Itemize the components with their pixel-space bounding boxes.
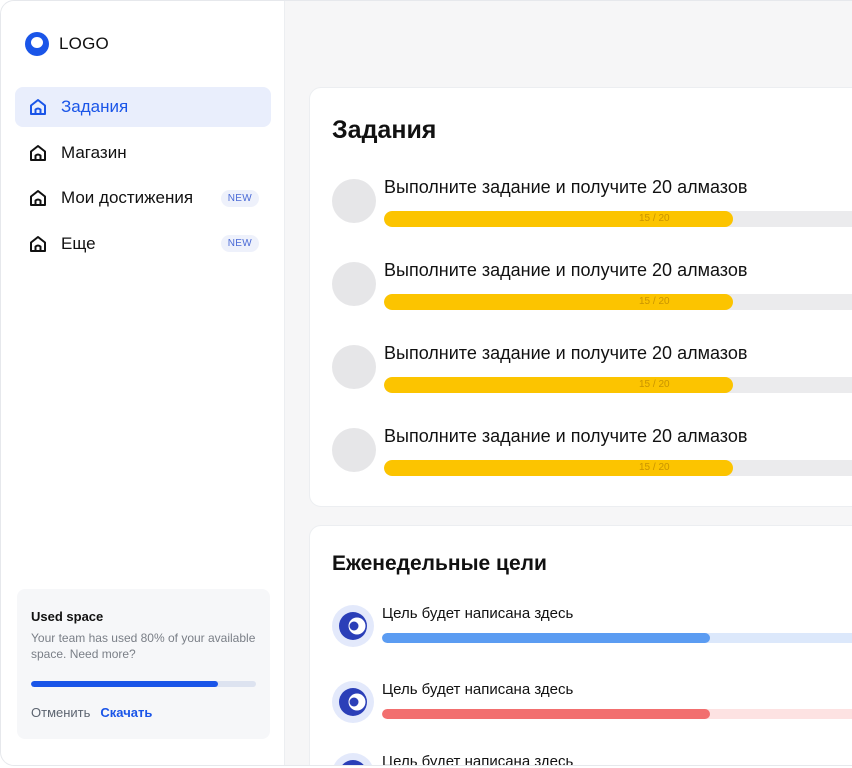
new-badge: NEW <box>220 235 259 252</box>
task-text: Выполните задание и получите 20 алмазов <box>384 260 748 280</box>
goal-item[interactable]: Цель будет написана здесь <box>332 681 852 731</box>
task-progress-count: 15 / 20 <box>639 296 670 307</box>
home-icon <box>27 96 49 118</box>
goal-text: Цель будет написана здесь <box>382 753 574 766</box>
goal-progress-fill <box>382 709 710 719</box>
used-space-bar <box>31 681 256 687</box>
weekly-goals-card: Еженедельные цели Цель будет написана зд… <box>309 525 852 766</box>
sidebar: LOGO Задания Магазин Мои достижения NEW … <box>1 1 285 765</box>
new-badge: NEW <box>220 189 259 207</box>
home-icon <box>27 142 49 164</box>
task-progress-fill <box>384 211 734 227</box>
goal-item[interactable]: Цель будет написана здесь <box>332 753 852 766</box>
goal-progress-bar <box>382 633 852 643</box>
goal-text: Цель будет написана здесь <box>382 605 574 622</box>
sidebar-item-more[interactable]: Еще NEW <box>15 224 271 264</box>
download-button[interactable]: Скачать <box>100 705 152 720</box>
logo-text: LOGO <box>59 34 109 53</box>
task-progress-count: 15 / 20 <box>639 462 670 473</box>
task-progress-count: 15 / 20 <box>639 379 670 390</box>
goal-item[interactable]: Цель будет написана здесь <box>332 605 852 655</box>
task-text: Выполните задание и получите 20 алмазов <box>384 343 748 363</box>
task-progress-bar: 15 / 20 <box>384 377 852 393</box>
sidebar-item-tasks[interactable]: Задания <box>15 87 271 127</box>
sidebar-item-shop[interactable]: Магазин <box>15 133 271 173</box>
goal-icon <box>332 605 374 647</box>
sidebar-item-label: Задания <box>61 97 129 116</box>
task-progress-count: 15 / 20 <box>639 213 670 224</box>
tasks-card: Задания Выполните задание и получите 20 … <box>309 87 852 507</box>
task-item[interactable]: Выполните задание и получите 20 алмазов … <box>332 177 852 237</box>
sidebar-item-label: Еще <box>61 233 96 253</box>
task-avatar <box>332 179 376 223</box>
task-text: Выполните задание и получите 20 алмазов <box>384 177 748 197</box>
task-text: Выполните задание и получите 20 алмазов <box>384 426 748 446</box>
task-avatar <box>332 345 376 389</box>
task-progress-bar: 15 / 20 <box>384 460 852 476</box>
task-progress-fill <box>384 377 734 393</box>
task-progress-bar: 15 / 20 <box>384 294 852 310</box>
sidebar-item-label: Мои достижения <box>61 188 194 207</box>
used-space-title: Used space <box>31 609 104 624</box>
home-icon <box>27 187 49 209</box>
goal-icon <box>332 753 374 765</box>
home-icon <box>27 233 49 255</box>
goal-progress-fill <box>382 633 710 643</box>
task-item[interactable]: Выполните задание и получите 20 алмазов … <box>332 343 852 403</box>
used-space-bar-fill <box>31 681 218 687</box>
task-avatar <box>332 428 376 472</box>
task-progress-fill <box>384 460 734 476</box>
logo-icon <box>25 32 49 56</box>
sidebar-nav: Задания Магазин Мои достижения NEW Еще N… <box>15 87 271 269</box>
weekly-goals-title: Еженедельные цели <box>332 552 547 575</box>
sidebar-item-achievements[interactable]: Мои достижения NEW <box>15 178 271 218</box>
sidebar-item-label: Магазин <box>61 142 127 162</box>
task-item[interactable]: Выполните задание и получите 20 алмазов … <box>332 426 852 486</box>
goal-text: Цель будет написана здесь <box>382 681 574 698</box>
used-space-text: Your team has used 80% of your available… <box>31 631 256 661</box>
goal-progress-bar <box>382 709 852 719</box>
task-progress-bar: 15 / 20 <box>384 211 852 227</box>
cancel-button[interactable]: Отменить <box>31 705 90 720</box>
task-progress-fill <box>384 294 734 310</box>
tasks-title: Задания <box>332 116 437 144</box>
used-space-card: Used space Your team has used 80% of you… <box>17 589 270 739</box>
app-frame: LOGO Задания Магазин Мои достижения NEW … <box>0 0 852 766</box>
task-avatar <box>332 262 376 306</box>
task-item[interactable]: Выполните задание и получите 20 алмазов … <box>332 260 852 320</box>
logo[interactable]: LOGO <box>25 32 109 56</box>
goal-icon <box>332 681 374 723</box>
